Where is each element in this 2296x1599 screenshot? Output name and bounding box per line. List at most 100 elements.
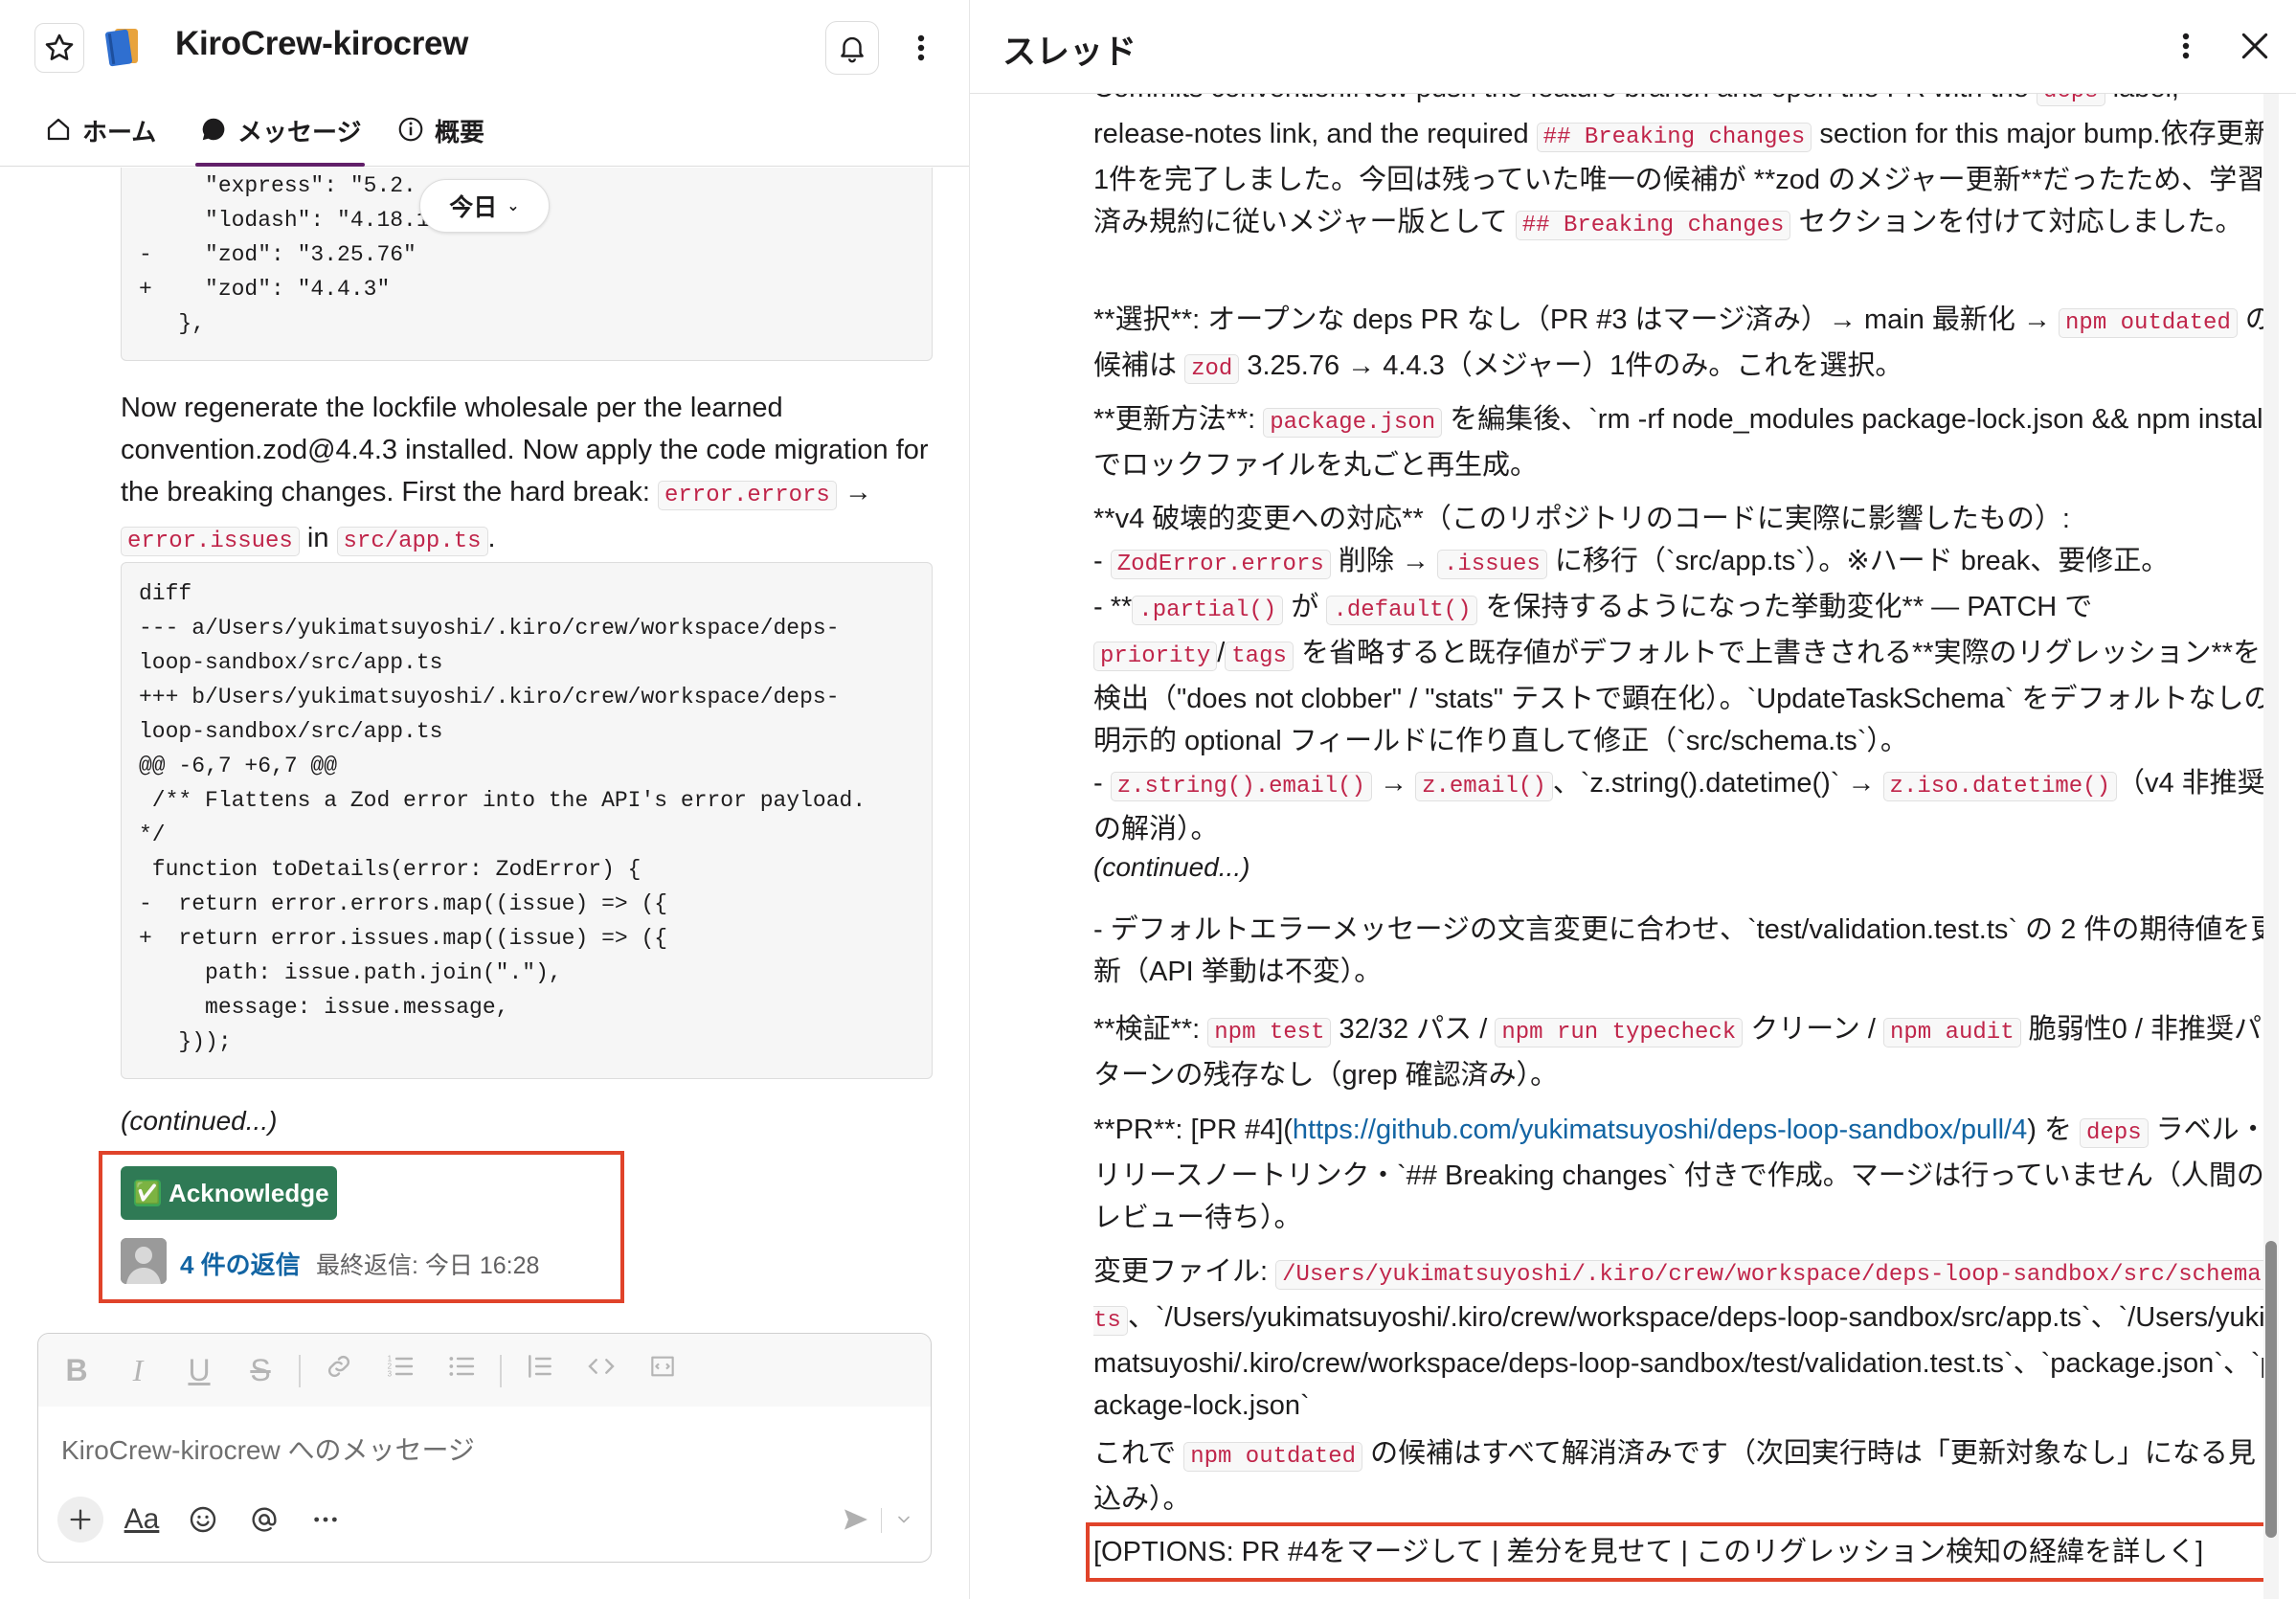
blockquote-icon[interactable] xyxy=(521,1351,559,1389)
channel-title: KiroCrew-kirocrew xyxy=(175,25,469,62)
code-line: */ xyxy=(139,822,166,847)
code-line: })); xyxy=(139,1029,232,1054)
add-attachment-button[interactable] xyxy=(57,1497,103,1543)
text-span: → xyxy=(1371,768,1416,799)
text-span: これで xyxy=(1093,1438,1184,1469)
text-span: 削除 → xyxy=(1330,546,1437,576)
text-span: ) を xyxy=(2027,1115,2081,1145)
code-icon[interactable] xyxy=(582,1351,620,1389)
text-span: 、`/Users/yukimatsuyoshi/.kiro/crew/works… xyxy=(1093,1302,2276,1421)
continued-label: (continued...) xyxy=(1093,852,1250,882)
close-icon xyxy=(2241,33,2268,59)
text-span: . xyxy=(487,523,496,553)
star-icon xyxy=(45,34,74,60)
underline-icon[interactable]: U xyxy=(180,1351,218,1389)
text-span: セクションを付けて対応しました。 xyxy=(1790,207,2243,237)
message-bubble-icon xyxy=(202,118,225,141)
thread-paragraph: - デフォルトエラーメッセージの文言変更に合わせ、`test/validatio… xyxy=(1093,914,2279,987)
inline-code: deps xyxy=(2036,94,2105,106)
bullet-list-icon[interactable] xyxy=(442,1351,481,1389)
channel-pane: KiroCrew-kirocrew ホーム メッセージ 概要 "express"… xyxy=(0,0,969,1599)
ordered-list-icon[interactable]: 123 xyxy=(381,1351,419,1389)
notification-button[interactable] xyxy=(825,21,879,75)
thread-title: スレッド xyxy=(1002,34,1137,71)
code-line: message: issue.message, xyxy=(139,995,509,1020)
avatar xyxy=(121,1238,167,1284)
message-feed[interactable]: "express": "5.2. "lodash": "4.18.1", - "z… xyxy=(0,168,969,1312)
bell-icon xyxy=(841,36,864,63)
kebab-icon xyxy=(2182,33,2190,59)
tab-about[interactable]: 概要 xyxy=(396,113,484,167)
emoji-icon xyxy=(190,1506,216,1533)
composer-input[interactable]: KiroCrew-kirocrew へのメッセージ xyxy=(61,1430,475,1468)
inline-code: npm outdated xyxy=(2059,308,2238,338)
code-block-icon[interactable] xyxy=(643,1351,682,1389)
bold-icon[interactable]: B xyxy=(57,1351,96,1389)
chevron-down-icon xyxy=(898,1516,910,1523)
code-line: --- a/Users/yukimatsuyoshi/.kiro/crew/wo… xyxy=(139,616,840,641)
send-options-button[interactable] xyxy=(887,1497,921,1543)
toolbar-divider xyxy=(299,1355,301,1387)
date-pill-label: 今日 xyxy=(449,194,498,221)
send-button[interactable] xyxy=(833,1497,879,1543)
highlight-box xyxy=(1086,1522,2277,1582)
continued-label: (continued...) xyxy=(121,1106,278,1136)
date-divider-pill[interactable]: 今日 ⌄ xyxy=(419,179,550,233)
more-actions-button[interactable] xyxy=(303,1497,349,1543)
acknowledge-button[interactable]: ✅ Acknowledge xyxy=(121,1166,337,1220)
code-line: diff xyxy=(139,581,192,606)
text-format-button[interactable]: Aa xyxy=(119,1497,165,1543)
home-icon xyxy=(47,118,70,141)
inline-code: .issues xyxy=(1436,550,1547,579)
more-menu-button[interactable] xyxy=(902,27,940,69)
tab-messages[interactable]: メッセージ xyxy=(195,113,366,167)
send-divider xyxy=(881,1508,882,1533)
thread-more-button[interactable] xyxy=(2167,25,2205,67)
thread-paragraph: **v4 破壊的変更への対応**（このリポジトリのコードに実際に影響したもの）:… xyxy=(1093,498,2281,850)
send-icon xyxy=(844,1509,867,1530)
thread-paragraph: Commits convention.Now push the feature … xyxy=(1093,94,2281,247)
link-icon[interactable] xyxy=(320,1351,358,1389)
inline-code: z.string().email() xyxy=(1110,772,1372,801)
inline-code: z.email() xyxy=(1415,772,1553,801)
kebab-icon xyxy=(917,34,925,61)
check-mark-icon: ✅ xyxy=(134,1180,161,1206)
text-span: を保持するようになった挙動変化** — PATCH で xyxy=(1477,592,2093,622)
ellipsis-icon xyxy=(314,1517,337,1522)
close-thread-button[interactable] xyxy=(2236,27,2274,65)
inline-code: tags xyxy=(1225,642,1294,671)
thread-paragraph: **選択**: オープンな deps PR なし（PR #3 はマージ済み）→ … xyxy=(1093,299,2281,391)
code-line: loop-sandbox/src/app.ts xyxy=(139,650,443,675)
message-composer: B I U S 123 KiroCrew-kirocrew へのメッセージ Aa xyxy=(37,1333,932,1563)
tab-home[interactable]: ホーム xyxy=(44,113,156,167)
inline-code: ## Breaking changes xyxy=(1536,123,1812,152)
code-line: function toDetails(error: ZodError) { xyxy=(139,857,642,882)
text-span: - xyxy=(1093,546,1111,576)
inline-code: npm run typecheck xyxy=(1495,1018,1744,1047)
list-item: - ZodError.errors 削除 → .issues に移行（`src/… xyxy=(1093,540,2281,586)
pr-link[interactable]: https://github.com/yukimatsuyoshi/deps-l… xyxy=(1293,1115,2027,1145)
thread-paragraph: 変更ファイル: /Users/yukimatsuyoshi/.kiro/crew… xyxy=(1093,1250,2281,1427)
scrollbar-thumb[interactable] xyxy=(2265,1241,2277,1538)
list-item: - z.string().email() → z.email() 、`z.stri… xyxy=(1093,762,2281,850)
inline-code: ## Breaking changes xyxy=(1515,211,1791,240)
strikethrough-icon[interactable]: S xyxy=(241,1351,280,1389)
last-reply-time: 最終返信: 今日 16:28 xyxy=(316,1252,540,1279)
tab-home-label: ホーム xyxy=(82,118,157,146)
inline-code: .default() xyxy=(1326,596,1478,625)
thread-messages[interactable]: Commits convention.Now push the feature … xyxy=(970,94,2296,1599)
formatting-toolbar: B I U S 123 xyxy=(38,1334,931,1407)
user-silhouette-icon xyxy=(121,1238,167,1284)
star-button[interactable] xyxy=(34,23,84,73)
mention-button[interactable] xyxy=(241,1497,287,1543)
thread-paragraph: **PR**: [PR #4](https://github.com/yukim… xyxy=(1093,1109,2281,1239)
inline-code: deps xyxy=(2080,1118,2149,1148)
chevron-down-icon: ⌄ xyxy=(506,198,520,214)
italic-icon[interactable]: I xyxy=(119,1351,157,1389)
reply-count-link[interactable]: 4 件の返信 xyxy=(180,1246,301,1281)
code-line: - "zod": "3.25.76" xyxy=(139,242,416,267)
text-span: **更新方法**: xyxy=(1093,404,1264,435)
emoji-button[interactable] xyxy=(180,1497,226,1543)
text-span: - xyxy=(1093,768,1111,799)
text-span: 32/32 パス / xyxy=(1331,1014,1496,1045)
